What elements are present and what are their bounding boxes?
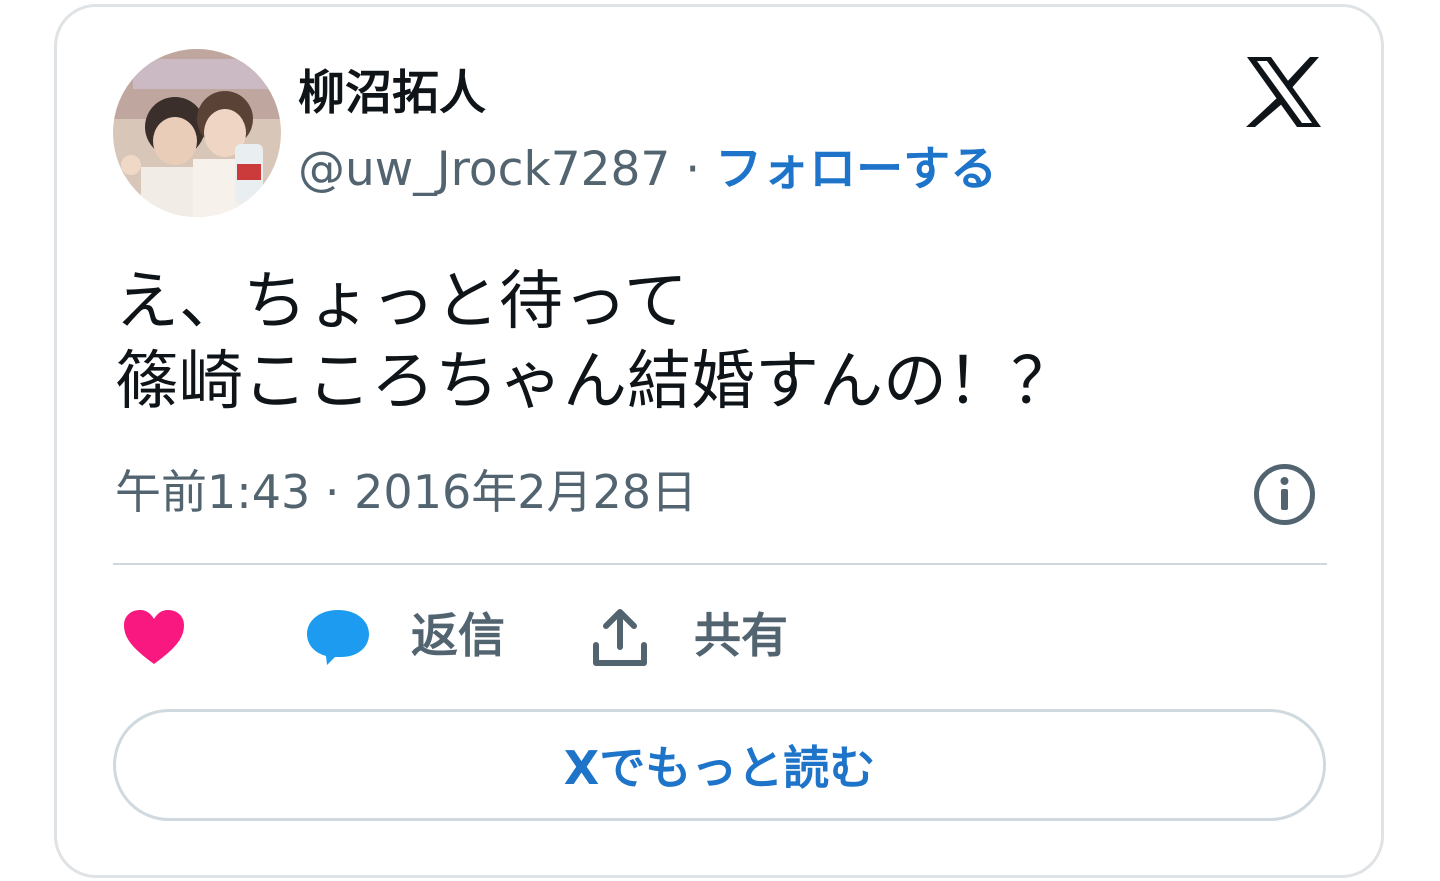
handle-separator: · (670, 142, 716, 197)
like-button[interactable] (122, 600, 186, 674)
reply-bubble-icon (307, 610, 369, 665)
x-logo-icon[interactable] (1245, 56, 1323, 128)
tweet-timestamp[interactable]: 午前1:43 · 2016年2月28日 (115, 462, 697, 522)
reply-label: 返信 (411, 609, 505, 664)
follow-button[interactable]: フォローする (715, 142, 997, 197)
read-more-label: Xでもっと読む (563, 741, 876, 795)
tweet-text-line: 篠崎こころちゃん結婚すんの！？ (115, 345, 1075, 419)
tweet-text: え、ちょっと待って 篠崎こころちゃん結婚すんの！？ (115, 262, 1075, 422)
author-display-name[interactable]: 柳沼拓人 (298, 64, 486, 124)
reply-button[interactable]: 返信 (305, 600, 505, 674)
share-button[interactable]: 共有 (590, 600, 788, 674)
avatar[interactable] (113, 49, 281, 217)
share-label: 共有 (694, 609, 788, 664)
share-icon (593, 609, 647, 666)
read-more-button[interactable]: Xでもっと読む (113, 709, 1326, 821)
heart-icon (124, 610, 184, 664)
info-icon[interactable] (1253, 463, 1316, 526)
tweet-text-line: え、ちょっと待って (115, 265, 688, 339)
profile-photo (113, 49, 281, 217)
divider (113, 563, 1327, 565)
author-handle-row: @uw_Jrock7287 · フォローする (298, 140, 997, 200)
author-handle[interactable]: @uw_Jrock7287 (298, 142, 670, 197)
